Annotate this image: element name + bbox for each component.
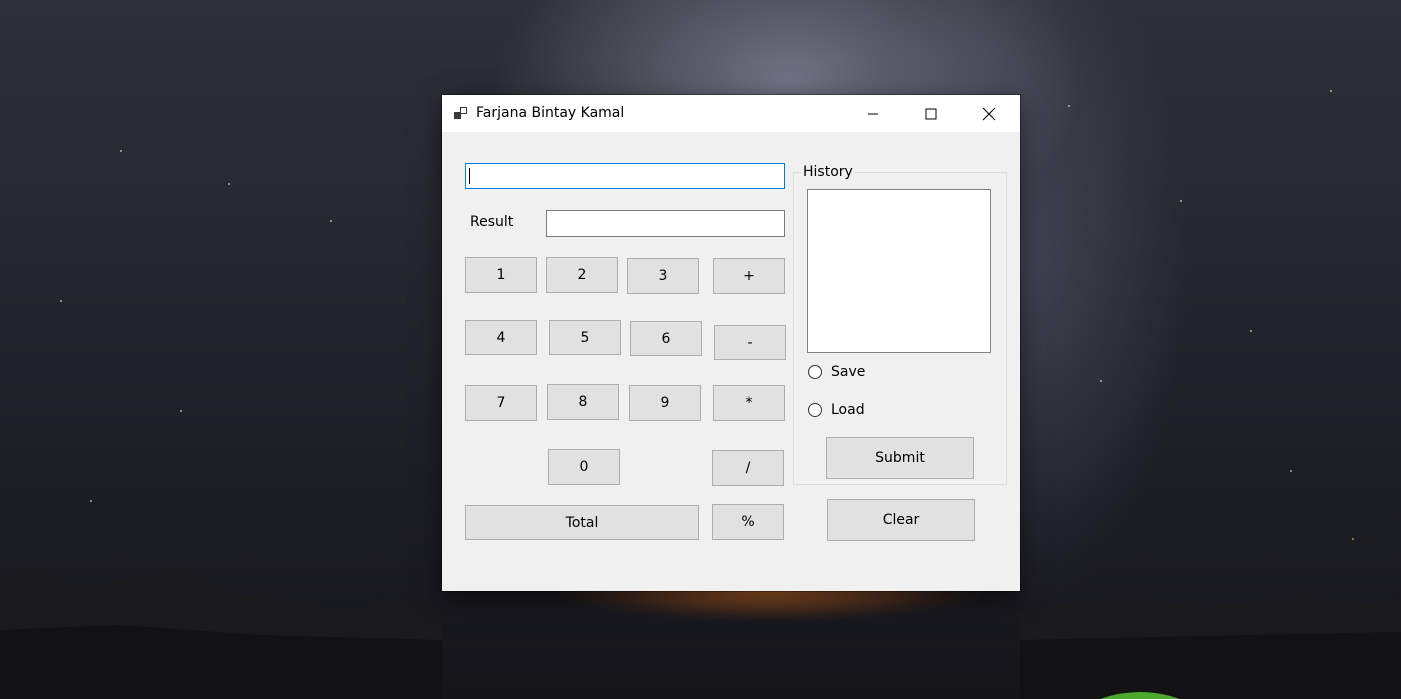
minimize-button[interactable] (844, 95, 902, 132)
text-caret (469, 168, 470, 184)
history-label: History (801, 164, 855, 180)
load-radio-label: Load (831, 402, 865, 418)
clear-button[interactable]: Clear (827, 499, 975, 541)
calculator-window: Farjana Bintay Kamal Result 1 2 3 + 4 5 … (442, 95, 1020, 591)
save-radio-label: Save (831, 364, 866, 380)
result-field[interactable] (546, 210, 785, 237)
divide-button[interactable]: / (712, 450, 784, 486)
digit-0-button[interactable]: 0 (548, 449, 620, 485)
app-icon (454, 107, 467, 119)
digit-1-button[interactable]: 1 (465, 257, 537, 293)
expression-input[interactable] (465, 163, 785, 189)
minus-button[interactable]: - (714, 325, 786, 360)
title-bar[interactable]: Farjana Bintay Kamal (442, 95, 1020, 132)
digit-8-button[interactable]: 8 (547, 384, 619, 420)
percent-button[interactable]: % (712, 504, 784, 540)
history-listbox[interactable] (807, 189, 991, 353)
window-title: Farjana Bintay Kamal (476, 105, 625, 121)
plus-button[interactable]: + (713, 258, 785, 294)
maximize-button[interactable] (902, 95, 960, 132)
close-button[interactable] (960, 95, 1018, 132)
close-icon (982, 107, 996, 120)
digit-9-button[interactable]: 9 (629, 385, 701, 421)
submit-button[interactable]: Submit (826, 437, 974, 479)
multiply-button[interactable]: * (713, 385, 785, 421)
digit-3-button[interactable]: 3 (627, 258, 699, 294)
digit-4-button[interactable]: 4 (465, 320, 537, 355)
save-radio[interactable]: Save (808, 364, 865, 380)
digit-5-button[interactable]: 5 (549, 320, 621, 355)
minimize-icon (868, 113, 878, 114)
total-button[interactable]: Total (465, 505, 699, 540)
radio-circle[interactable] (808, 365, 822, 379)
digit-2-button[interactable]: 2 (546, 257, 618, 293)
maximize-icon (925, 108, 937, 119)
radio-circle[interactable] (808, 403, 822, 417)
result-label: Result (470, 214, 514, 230)
load-radio[interactable]: Load (808, 402, 865, 418)
digit-6-button[interactable]: 6 (630, 321, 702, 356)
digit-7-button[interactable]: 7 (465, 385, 537, 421)
